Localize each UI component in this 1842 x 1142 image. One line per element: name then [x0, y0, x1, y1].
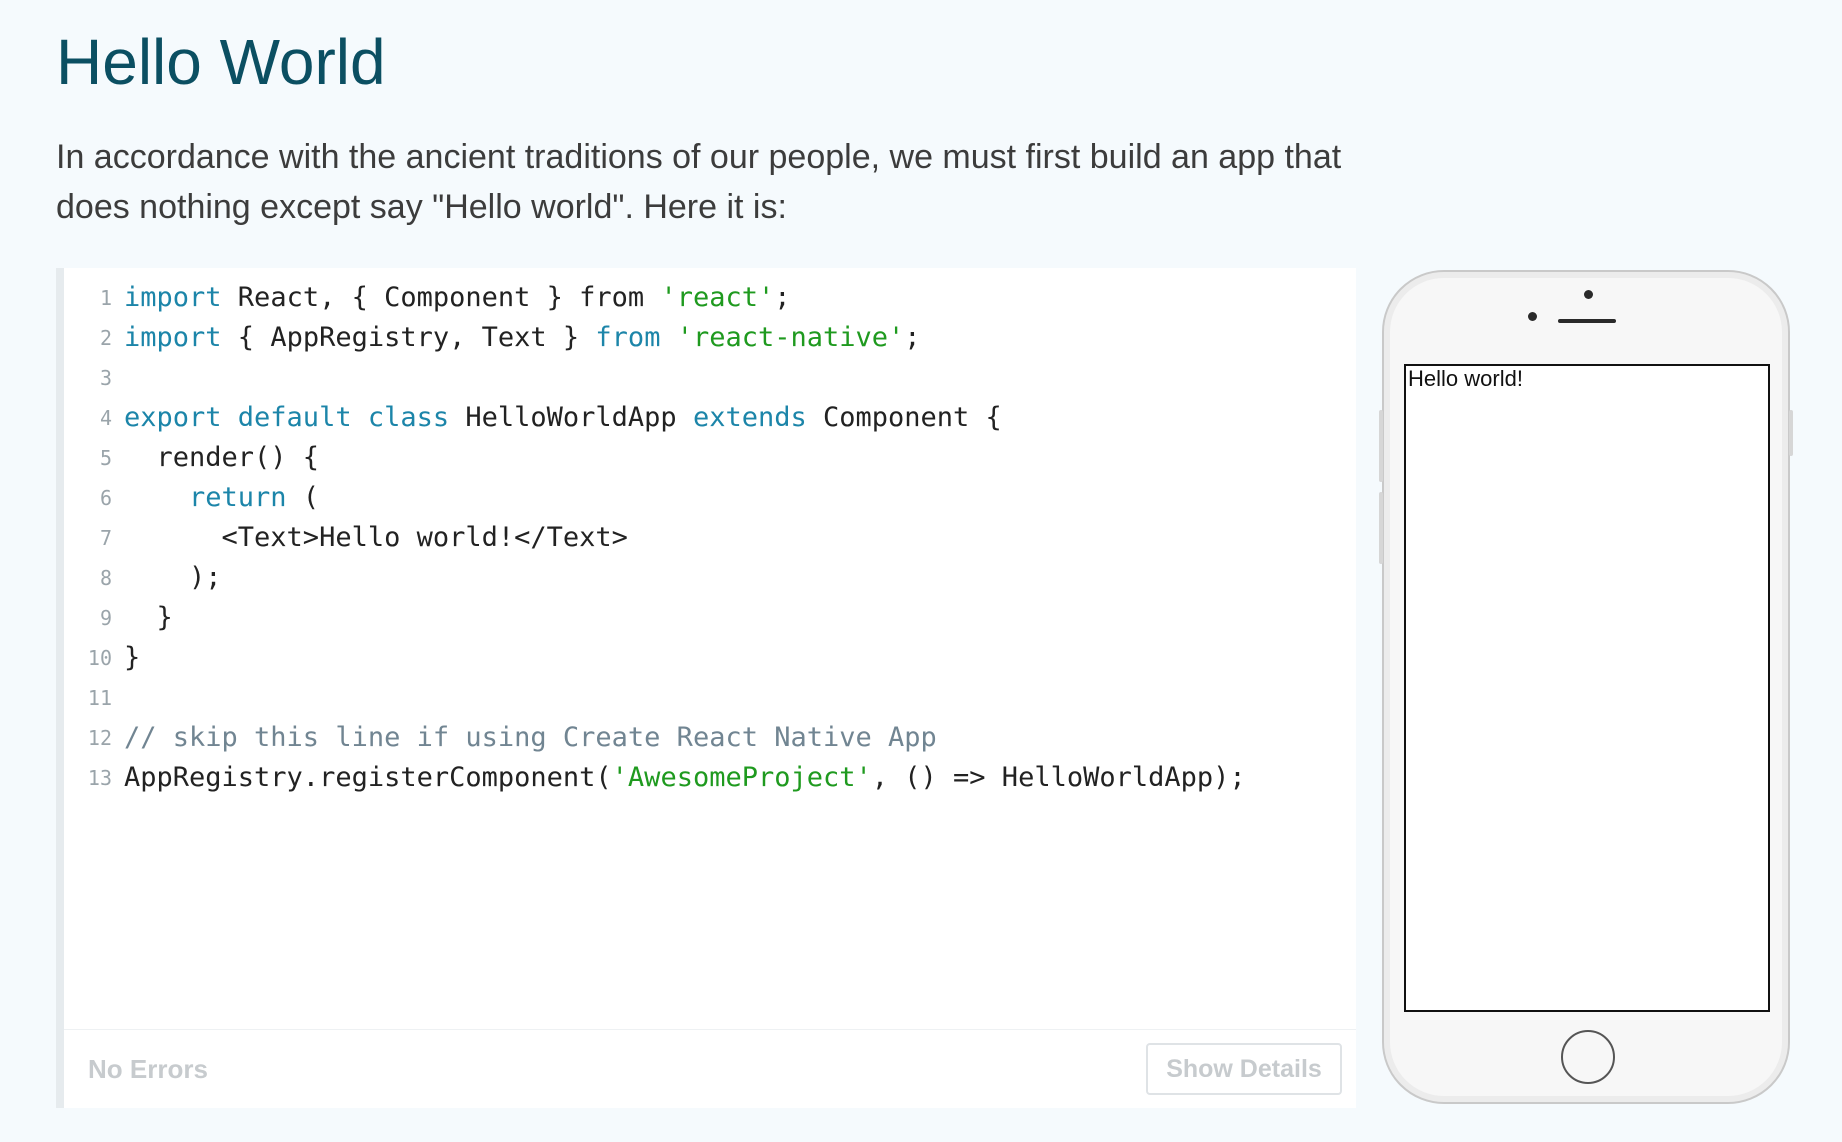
line-number: 1 [99, 286, 112, 310]
code-token: Component { [806, 402, 1002, 433]
app-output-text: Hello world! [1408, 366, 1523, 391]
editor-footer: No Errors Show Details [64, 1029, 1356, 1108]
code-string: 'AwesomeProject' [611, 762, 872, 793]
show-details-button[interactable]: Show Details [1146, 1043, 1342, 1095]
code-keyword: import [124, 322, 222, 353]
code-string: 'react-native' [676, 322, 905, 353]
phone-volume-down-button [1379, 492, 1383, 564]
code-text[interactable] [112, 678, 124, 718]
code-token: } [124, 602, 173, 633]
intro-paragraph: In accordance with the ancient tradition… [56, 138, 1342, 226]
code-text[interactable]: ); [112, 558, 222, 598]
line-number: 13 [87, 766, 112, 790]
code-token: <Text>Hello world!</Text> [124, 522, 628, 553]
code-text[interactable]: <Text>Hello world!</Text> [112, 518, 628, 558]
code-keyword: import [124, 282, 222, 313]
code-line[interactable]: 10} [64, 638, 1356, 678]
code-text[interactable]: return ( [112, 478, 319, 518]
code-token: ; [774, 282, 791, 313]
line-number: 12 [87, 726, 112, 750]
code-area[interactable]: 1 import React, { Component } from 'react… [64, 278, 1356, 798]
error-status: No Errors [88, 1054, 208, 1084]
code-token: { AppRegistry, Text } [221, 322, 596, 353]
code-text[interactable]: AppRegistry.registerComponent('AwesomePr… [112, 758, 1246, 798]
code-text[interactable]: import React, { Component } from 'react'… [112, 278, 791, 318]
code-line[interactable]: 13 AppRegistry.registerComponent('Awesome… [64, 758, 1356, 798]
code-line[interactable]: 1 import React, { Component } from 'react… [64, 278, 1356, 318]
line-number: 6 [99, 486, 112, 510]
code-line[interactable]: 4 export default class HelloWorldApp exte… [64, 398, 1356, 438]
phone-volume-up-button [1379, 410, 1383, 482]
code-editor[interactable]: 1 import React, { Component } from 'react… [56, 268, 1356, 1108]
code-keyword: return [189, 482, 287, 513]
code-keyword: export default class [124, 402, 450, 433]
code-comment: // skip this line if using Create React … [124, 722, 937, 753]
code-line[interactable]: 5 render() { [64, 438, 1356, 478]
code-string: 'react' [660, 282, 775, 313]
code-keyword: from [595, 322, 661, 353]
line-number: 7 [99, 526, 112, 550]
code-line[interactable]: 9 } [64, 598, 1356, 638]
code-token: ; [904, 322, 921, 353]
line-number: 3 [99, 366, 112, 390]
code-token: , () => HelloWorldApp); [871, 762, 1246, 793]
line-number: 2 [99, 326, 112, 350]
line-number: 4 [99, 406, 112, 430]
line-number: 5 [99, 446, 112, 470]
code-line[interactable]: 2 import { AppRegistry, Text } from 'reac… [64, 318, 1356, 358]
code-line[interactable]: 8 ); [64, 558, 1356, 598]
code-token: render() { [124, 442, 320, 473]
code-text[interactable]: import { AppRegistry, Text } from 'react… [112, 318, 921, 358]
line-number: 10 [87, 646, 112, 670]
phone-sensor-icon [1584, 290, 1593, 299]
code-token: } [124, 642, 141, 673]
code-line[interactable]: 6 return ( [64, 478, 1356, 518]
code-text[interactable]: } [112, 638, 140, 678]
phone-power-button [1789, 410, 1793, 456]
line-number: 9 [99, 606, 112, 630]
code-line[interactable]: 12 // skip this line if using Create Reac… [64, 718, 1356, 758]
phone-home-button[interactable] [1561, 1030, 1615, 1084]
code-text[interactable]: export default class HelloWorldApp exten… [112, 398, 1002, 438]
code-text[interactable]: } [112, 598, 173, 638]
code-text[interactable]: // skip this line if using Create React … [112, 718, 937, 758]
code-token: AppRegistry.registerComponent( [124, 762, 612, 793]
code-token: HelloWorldApp [449, 402, 693, 433]
code-line[interactable]: 7 <Text>Hello world!</Text> [64, 518, 1356, 558]
code-text[interactable] [112, 358, 124, 398]
phone-screen[interactable]: Hello world! [1404, 364, 1770, 1012]
page-title: Hello World [56, 26, 386, 98]
code-keyword: extends [692, 402, 807, 433]
phone-speaker [1558, 319, 1616, 323]
phone-simulator: Hello world! [1379, 270, 1793, 1104]
code-token: React, { Component } from [221, 282, 661, 313]
phone-camera-icon [1528, 312, 1537, 321]
code-line[interactable]: 3 [64, 358, 1356, 398]
code-token: ); [124, 562, 222, 593]
code-text[interactable]: render() { [112, 438, 320, 478]
line-number: 8 [99, 566, 112, 590]
code-token: ( [286, 482, 320, 513]
code-line[interactable]: 11 [64, 678, 1356, 718]
line-number: 11 [87, 686, 112, 710]
